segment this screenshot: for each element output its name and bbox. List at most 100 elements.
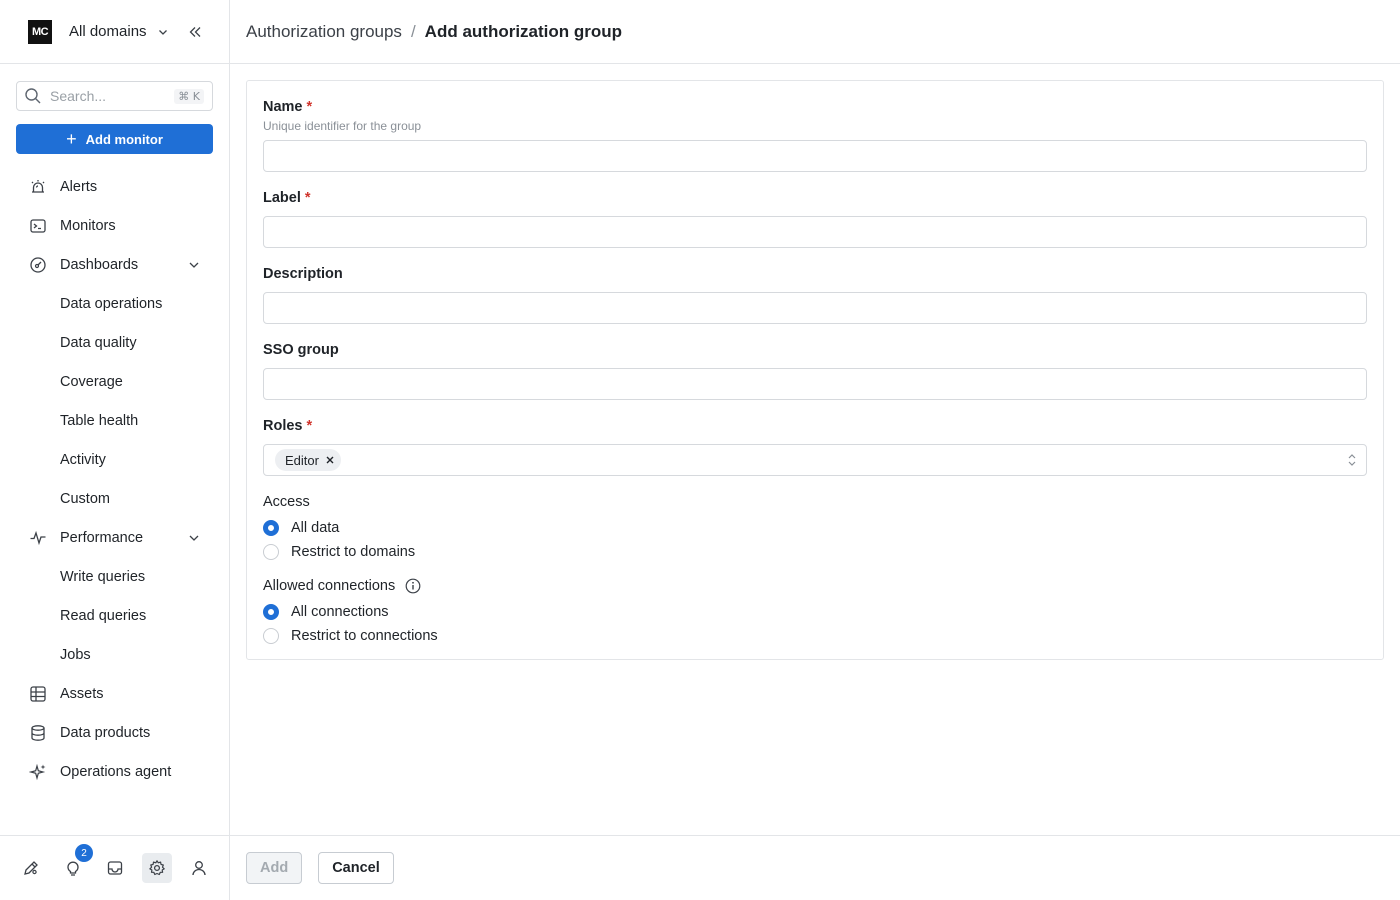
up-down-chevron-icon bbox=[1346, 453, 1358, 467]
breadcrumb-separator: / bbox=[410, 21, 416, 41]
chevron-down-icon[interactable] bbox=[187, 531, 201, 545]
sidebar-item-label: Operations agent bbox=[60, 763, 172, 780]
table-icon bbox=[28, 684, 48, 704]
add-button[interactable]: Add bbox=[246, 852, 303, 884]
search-icon bbox=[25, 88, 41, 104]
access-option-restrict-domains[interactable]: Restrict to domains bbox=[263, 540, 415, 564]
add-monitor-label: Add monitor bbox=[85, 131, 163, 147]
sidebar-item-data-products[interactable]: Data products bbox=[0, 713, 229, 752]
description-field[interactable] bbox=[263, 292, 1367, 324]
sidebar-item-write-queries[interactable]: Write queries bbox=[0, 557, 229, 596]
edit-button[interactable] bbox=[16, 853, 46, 883]
access-label: Access bbox=[263, 494, 310, 510]
sidebar-header: MC All domains bbox=[0, 0, 229, 64]
search-input[interactable]: Search... ⌘ K bbox=[16, 81, 213, 111]
label-label: Label bbox=[263, 190, 301, 206]
required-marker: * bbox=[304, 190, 311, 206]
radio-unselected[interactable] bbox=[263, 628, 279, 644]
sidebar-item-read-queries[interactable]: Read queries bbox=[0, 596, 229, 635]
sidebar-item-jobs[interactable]: Jobs bbox=[0, 635, 229, 674]
name-field-label: Name * Unique identifier for the group bbox=[263, 99, 421, 133]
profile-button[interactable] bbox=[184, 853, 214, 883]
roles-select[interactable]: Editor bbox=[263, 444, 1367, 476]
sidebar-item-performance[interactable]: Performance bbox=[0, 518, 229, 557]
notification-badge: 2 bbox=[75, 844, 93, 862]
sidebar-item-data-quality[interactable]: Data quality bbox=[0, 323, 229, 362]
sidebar-item-custom[interactable]: Custom bbox=[0, 479, 229, 518]
sidebar-item-data-operations[interactable]: Data operations bbox=[0, 284, 229, 323]
sidebar-item-table-health[interactable]: Table health bbox=[0, 401, 229, 440]
sidebar-item-coverage[interactable]: Coverage bbox=[0, 362, 229, 401]
radio-label: All data bbox=[291, 520, 340, 536]
sso-group-label: SSO group bbox=[263, 342, 339, 358]
access-option-all-data[interactable]: All data bbox=[263, 516, 339, 540]
sidebar-item-label: Assets bbox=[60, 685, 104, 702]
radio-selected[interactable] bbox=[263, 604, 279, 620]
user-icon bbox=[192, 861, 206, 876]
inbox-button[interactable] bbox=[100, 853, 130, 883]
sidebar-item-monitors[interactable]: Monitors bbox=[0, 206, 229, 245]
inbox-icon bbox=[107, 861, 123, 875]
sidebar-item-dashboards[interactable]: Dashboards bbox=[0, 245, 229, 284]
sidebar-footer: 2 bbox=[0, 835, 229, 900]
radio-label: All connections bbox=[291, 604, 389, 620]
gauge-icon bbox=[28, 255, 48, 275]
roles-label: Roles bbox=[263, 418, 303, 434]
sparkle-icon bbox=[28, 762, 48, 782]
pen-tool-icon bbox=[24, 861, 38, 875]
plus-icon: + bbox=[66, 129, 77, 149]
breadcrumb: Authorization groups / Add authorization… bbox=[230, 0, 1400, 64]
domain-selector-label: All domains bbox=[69, 23, 147, 40]
sidebar-item-activity[interactable]: Activity bbox=[0, 440, 229, 479]
required-marker: * bbox=[306, 99, 313, 115]
connections-option-restrict[interactable]: Restrict to connections bbox=[263, 624, 438, 648]
form-card: Name * Unique identifier for the group La… bbox=[246, 80, 1384, 660]
collapse-sidebar-button[interactable] bbox=[183, 20, 207, 44]
sidebar-item-label: Performance bbox=[60, 529, 144, 546]
radio-unselected[interactable] bbox=[263, 544, 279, 560]
search-shortcut: ⌘ K bbox=[174, 88, 204, 104]
sidebar-item-label: Alerts bbox=[60, 178, 98, 195]
sidebar: MC All domains Search... ⌘ K + Add monit… bbox=[0, 0, 230, 900]
name-hint: Unique identifier for the group bbox=[263, 119, 422, 133]
role-chip-label: Editor bbox=[285, 452, 319, 468]
chevron-down-icon[interactable] bbox=[187, 258, 201, 272]
roles-field-label: Roles * bbox=[263, 418, 312, 434]
pulse-icon bbox=[28, 528, 48, 548]
alert-siren-icon bbox=[28, 177, 48, 197]
sidebar-item-alerts[interactable]: Alerts bbox=[0, 167, 229, 206]
sidebar-item-assets[interactable]: Assets bbox=[0, 674, 229, 713]
sidebar-item-label: Data products bbox=[60, 724, 151, 741]
breadcrumb-parent-link[interactable]: Authorization groups bbox=[246, 22, 402, 42]
form-footer: Add Cancel bbox=[230, 835, 1400, 900]
insights-button[interactable]: 2 bbox=[58, 844, 93, 883]
sidebar-item-operations-agent[interactable]: Operations agent bbox=[0, 752, 229, 791]
sidebar-nav: Alerts Monitors Dashboards Data operatio… bbox=[0, 167, 229, 791]
name-field[interactable] bbox=[263, 140, 1367, 172]
gear-icon bbox=[149, 860, 165, 876]
required-marker: * bbox=[306, 418, 313, 434]
sso-group-field[interactable] bbox=[263, 368, 1367, 400]
allowed-connections-heading: Allowed connections bbox=[263, 578, 421, 594]
search-placeholder: Search... bbox=[50, 88, 107, 104]
settings-button[interactable] bbox=[142, 853, 172, 883]
cancel-button[interactable]: Cancel bbox=[318, 852, 394, 884]
chevron-down-icon bbox=[158, 29, 167, 35]
app-logo[interactable]: MC bbox=[28, 19, 52, 44]
info-icon[interactable] bbox=[405, 578, 421, 594]
database-icon bbox=[28, 723, 48, 743]
label-field[interactable] bbox=[263, 216, 1367, 248]
lightbulb-icon bbox=[67, 861, 79, 876]
add-monitor-button[interactable]: + Add monitor bbox=[16, 124, 213, 154]
double-chevron-left-icon bbox=[189, 26, 201, 37]
terminal-icon bbox=[28, 216, 48, 236]
radio-selected[interactable] bbox=[263, 520, 279, 536]
sidebar-item-label: Dashboards bbox=[60, 256, 139, 273]
radio-label: Restrict to domains bbox=[291, 544, 416, 560]
description-label: Description bbox=[263, 266, 343, 282]
close-icon[interactable] bbox=[325, 455, 335, 465]
domain-selector[interactable]: All domains bbox=[69, 23, 169, 40]
name-label: Name bbox=[263, 99, 303, 115]
connections-option-all[interactable]: All connections bbox=[263, 600, 389, 624]
sidebar-item-label: Monitors bbox=[60, 217, 116, 234]
